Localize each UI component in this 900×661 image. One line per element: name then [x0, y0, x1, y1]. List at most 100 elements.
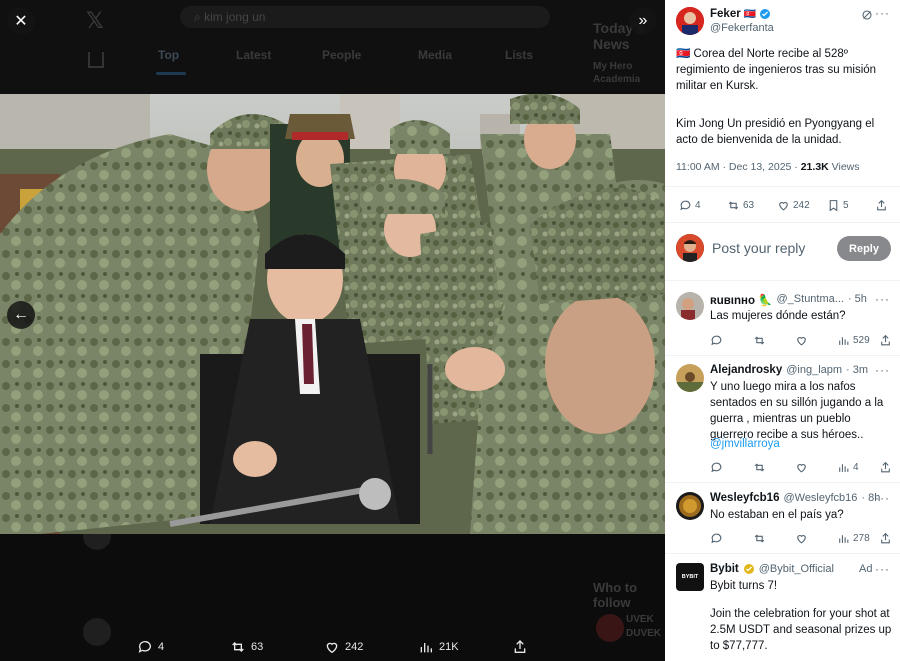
author-avatar-image	[676, 7, 704, 35]
tweet-text-paragraph-1: 🇰🇵 Corea del Norte recibe al 528º regimi…	[676, 48, 877, 92]
heart-icon	[797, 534, 806, 543]
divider	[665, 482, 900, 483]
more-options-icon[interactable]: ···	[875, 491, 890, 505]
tweet-text-paragraph-2: Kim Jong Un presidió en Pyongyang el act…	[676, 118, 875, 146]
author-name: Feker	[710, 8, 741, 20]
reply-button[interactable]: Reply	[837, 236, 891, 261]
background-tab-lists: Lists	[505, 48, 534, 62]
author-avatar[interactable]	[676, 7, 704, 35]
share-action[interactable]	[879, 532, 892, 545]
divider	[665, 280, 900, 281]
repost-action[interactable]	[753, 334, 766, 347]
author-name-row[interactable]: Feker 🇰🇵	[710, 8, 771, 20]
reply-action[interactable]	[710, 334, 723, 347]
background-news-item: My Hero Academia Finale After 10	[593, 61, 641, 85]
reply-actions: 4	[665, 460, 900, 474]
repost-action[interactable]: 63	[727, 199, 754, 212]
tweet-timestamp[interactable]: 11:00 AM · Dec 13, 2025 ·	[676, 161, 801, 173]
repost-icon	[232, 642, 244, 652]
repost-action[interactable]	[753, 461, 766, 474]
reply-author-handle[interactable]: @Wesleyfcb16	[783, 492, 857, 504]
reply-time[interactable]: · 5h	[848, 293, 867, 307]
viewer-like-action[interactable]: 242	[324, 639, 363, 655]
divider	[665, 186, 900, 187]
like-action[interactable]	[795, 532, 808, 545]
reply-action[interactable]: 4	[679, 199, 701, 212]
share-action[interactable]	[879, 461, 892, 474]
views-icon	[839, 336, 849, 345]
heart-icon	[326, 642, 338, 654]
ad-author-name[interactable]: Bybit	[710, 563, 739, 575]
ad-avatar[interactable]: BYBIT	[676, 563, 704, 591]
like-count: 242	[793, 199, 810, 211]
background-search-text: kim jong un	[204, 10, 266, 24]
viewer-share-action[interactable]	[512, 639, 528, 655]
viewer-views-action[interactable]: 21K	[418, 639, 459, 655]
share-icon	[881, 461, 890, 472]
reply-action[interactable]	[710, 532, 723, 545]
previous-image-button[interactable]: ←	[7, 301, 35, 329]
more-options-icon[interactable]: ···	[875, 6, 890, 20]
views-action[interactable]: 4	[837, 461, 859, 474]
viewer-repost-action[interactable]: 63	[230, 639, 263, 655]
collapse-panel-button[interactable]: »	[629, 7, 657, 35]
bookmark-action[interactable]: 5	[827, 199, 849, 212]
reply-avatar[interactable]	[676, 364, 704, 392]
reply-author-handle[interactable]: @_Stuntma...	[777, 293, 844, 307]
share-action[interactable]	[879, 334, 892, 347]
like-action[interactable]	[795, 334, 808, 347]
photo-illustration	[0, 94, 665, 534]
views-action[interactable]: 529	[837, 334, 870, 347]
background-follow-name: UVEK	[626, 614, 654, 625]
reply-author-name[interactable]: ʀuвιnнo 🦜	[710, 293, 773, 307]
reply-views-count: 278	[853, 532, 870, 544]
bybit-logo-text: BYBIT	[681, 574, 699, 580]
reply-avatar[interactable]	[676, 292, 704, 320]
reply-author-handle[interactable]: @ing_lapm	[786, 364, 842, 376]
reply-author-name[interactable]: Wesleyfcb16	[710, 492, 779, 504]
like-action[interactable]	[795, 461, 808, 474]
reply-author-name[interactable]: Alejandrosky	[710, 364, 782, 376]
more-options-icon[interactable]: ···	[875, 562, 890, 576]
heart-icon	[797, 336, 806, 345]
ad-author-handle[interactable]: @Bybit_Official	[759, 563, 834, 575]
like-action[interactable]: 242	[777, 199, 810, 212]
repost-icon	[728, 200, 739, 210]
author-handle[interactable]: @Fekerfanta	[710, 22, 774, 34]
reply-icon	[680, 200, 691, 210]
reply-icon	[711, 533, 722, 543]
reply-actions: 529	[665, 333, 900, 347]
background-follow-avatar	[596, 614, 624, 642]
share-icon	[877, 199, 886, 210]
reply-mention-link[interactable]: @jmvillarroya	[710, 436, 780, 452]
heart-icon	[779, 201, 788, 210]
reply-time[interactable]: · 3m	[846, 364, 868, 376]
reply-header: ʀuвιnнo 🦜 @_Stuntma... · 5h	[710, 293, 892, 307]
author-flag: 🇰🇵	[743, 8, 757, 20]
share-icon	[881, 334, 890, 345]
grok-icon[interactable]	[861, 8, 873, 26]
active-tab-indicator	[156, 72, 186, 75]
divider	[665, 222, 900, 223]
reply-avatar[interactable]	[676, 492, 704, 520]
reply-icon	[711, 335, 722, 345]
repost-action[interactable]	[753, 532, 766, 545]
heart-icon	[797, 463, 806, 472]
tweet-photo[interactable]	[0, 94, 665, 534]
close-viewer-button[interactable]: ✕	[7, 7, 35, 35]
views-icon	[839, 534, 849, 543]
share-icon	[881, 532, 890, 543]
reply-icon	[138, 641, 151, 653]
user-avatar[interactable]	[676, 234, 704, 262]
reply-text: No estaban en el país ya?	[710, 509, 844, 521]
reply-action[interactable]	[710, 461, 723, 474]
more-options-icon[interactable]: ···	[875, 292, 890, 306]
viewer-reply-action[interactable]: 4	[137, 639, 164, 655]
reply-input[interactable]: Post your reply	[712, 240, 805, 256]
views-action[interactable]: 278	[837, 532, 870, 545]
share-action[interactable]	[875, 199, 888, 212]
more-options-icon[interactable]: ···	[875, 363, 890, 377]
home-icon	[88, 52, 104, 68]
reply-avatar-image	[676, 364, 704, 392]
views-icon	[839, 463, 849, 472]
